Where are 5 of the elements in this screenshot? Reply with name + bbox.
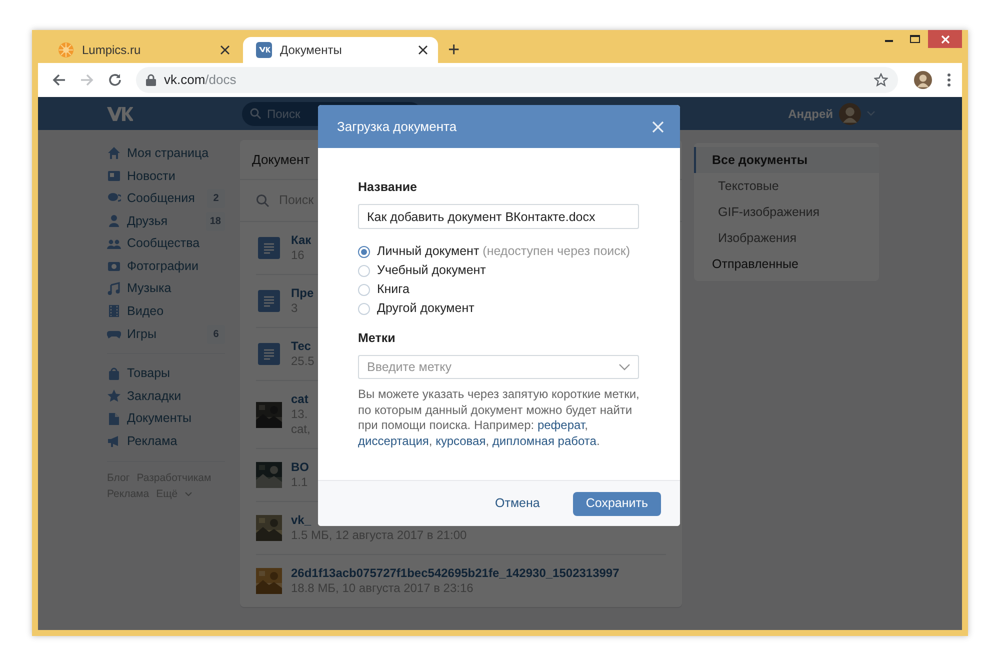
url-text: vk.com/docs [164,71,236,90]
help-text: Вы можете указать через запятую короткие метки, по которым данный документ можно будет найти при помощи поиска. Например: реферат, диссертация, курсовая, дипломная работа. [358,387,640,449]
field-label: Метки [358,331,396,345]
dialog-title: Загрузка документа [337,118,458,136]
field-label: Название [358,180,418,194]
